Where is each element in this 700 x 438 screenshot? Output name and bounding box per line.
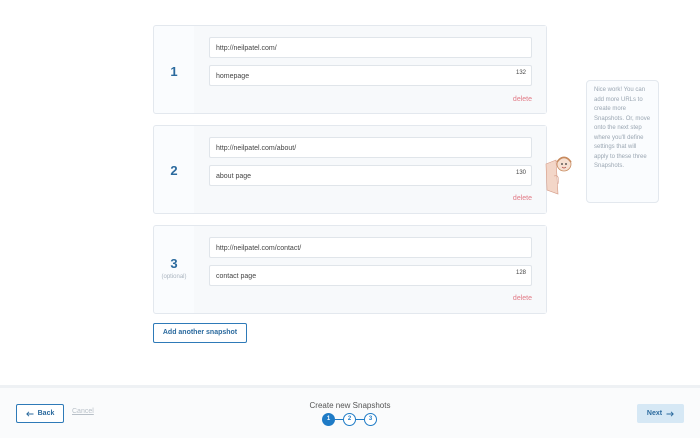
- arrow-right-icon: [666, 410, 674, 417]
- next-label: Next: [646, 410, 663, 417]
- char-counter: 128: [515, 270, 526, 276]
- cancel-link[interactable]: Cancel: [72, 408, 94, 415]
- optional-label: (optional): [161, 274, 187, 280]
- url-input[interactable]: http://neilpatel.com/about/: [209, 137, 532, 158]
- snapshot-card-2: 2 http://neilpatel.com/about/ about page…: [153, 125, 547, 214]
- snapshot-number-column: 1: [154, 26, 194, 113]
- next-button[interactable]: Next: [637, 404, 684, 423]
- step-indicator: 1 2 3: [322, 413, 378, 429]
- name-input[interactable]: contact page 128: [209, 265, 532, 286]
- url-input[interactable]: http://neilpatel.com/contact/: [209, 237, 532, 258]
- tip-bubble: Nice work! You can add more URLs to crea…: [586, 80, 659, 203]
- snapshot-number: 2: [170, 163, 178, 178]
- snapshot-number: 3: [170, 256, 178, 271]
- name-input-value: contact page: [216, 273, 257, 280]
- snapshot-fields: http://neilpatel.com/about/ about page 1…: [194, 126, 546, 213]
- name-input[interactable]: about page 130: [209, 165, 532, 186]
- name-input[interactable]: homepage 132: [209, 65, 532, 86]
- step-connector: [335, 419, 343, 420]
- character-illustration: [545, 156, 572, 195]
- step-connector: [356, 419, 364, 420]
- char-counter: 132: [515, 70, 526, 76]
- snapshot-number-column: 2: [154, 126, 194, 213]
- snapshot-fields: http://neilpatel.com/ homepage 132 delet…: [194, 26, 546, 113]
- arrow-left-icon: [25, 410, 34, 417]
- name-input-value: about page: [216, 173, 252, 180]
- delete-link[interactable]: delete: [513, 96, 532, 103]
- snapshot-card-3: 3 (optional) http://neilpatel.com/contac…: [153, 225, 547, 314]
- snapshot-number-column: 3 (optional): [154, 226, 194, 313]
- page: 1 http://neilpatel.com/ homepage 132 del…: [0, 0, 700, 438]
- steps-title: Create new Snapshots: [309, 401, 391, 410]
- add-snapshot-button[interactable]: Add another snapshot: [153, 323, 247, 343]
- tip-text: Nice work! You can add more URLs to crea…: [594, 87, 651, 169]
- snapshot-fields: http://neilpatel.com/contact/ contact pa…: [194, 226, 546, 313]
- char-counter: 130: [515, 170, 526, 176]
- snapshot-number: 1: [170, 64, 178, 79]
- delete-link[interactable]: delete: [513, 295, 532, 302]
- step-2: 2: [343, 413, 356, 426]
- back-button[interactable]: Back: [16, 404, 64, 423]
- url-input[interactable]: http://neilpatel.com/: [209, 37, 532, 58]
- step-1: 1: [322, 413, 335, 426]
- step-3: 3: [364, 413, 377, 426]
- back-label: Back: [37, 410, 55, 417]
- delete-link[interactable]: delete: [513, 195, 532, 202]
- snapshot-card-1: 1 http://neilpatel.com/ homepage 132 del…: [153, 25, 547, 114]
- name-input-value: homepage: [216, 73, 250, 80]
